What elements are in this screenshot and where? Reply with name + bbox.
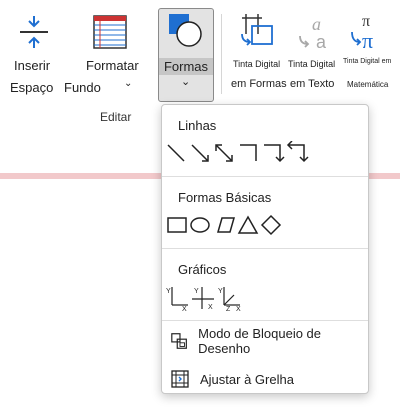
- graph-xyz-icon[interactable]: Y Z X: [218, 287, 241, 311]
- svg-text:a: a: [312, 14, 321, 34]
- menu-divider: [162, 176, 368, 177]
- menu-divider: [162, 248, 368, 249]
- line-icon[interactable]: [167, 144, 185, 162]
- snap-to-grid-icon: [171, 370, 189, 388]
- ellipse-icon[interactable]: [190, 217, 210, 233]
- line-shapes-row: [166, 141, 316, 165]
- arrow-icon[interactable]: [191, 144, 209, 162]
- lock-mode-icon: [171, 333, 187, 349]
- group-label-edit: Editar: [100, 110, 132, 124]
- shapes-icon: [169, 14, 202, 47]
- ink-to-math-icon: π π: [351, 13, 373, 50]
- insert-space-label-1: Inserir: [14, 58, 51, 73]
- ribbon-separator: [221, 14, 222, 94]
- ink-to-text-label-2: em Texto: [290, 78, 335, 90]
- shapes-dropdown-menu: Linhas Formas Básicas Gráficos Y X Y X Y…: [161, 104, 369, 394]
- ink-to-shape-icon: [241, 14, 273, 46]
- svg-text:X: X: [182, 306, 187, 311]
- svg-text:Y: Y: [194, 288, 199, 295]
- svg-text:Z: Z: [226, 306, 231, 311]
- format-background-label-2: Fundo: [64, 80, 101, 95]
- format-background-label-1: Formatar: [86, 58, 139, 73]
- svg-text:a: a: [316, 32, 327, 52]
- rectangle-icon[interactable]: [167, 217, 187, 233]
- format-background-button[interactable]: Formatar Fundo ⌄: [62, 6, 148, 96]
- snap-to-grid-item[interactable]: Ajustar à Grelha: [170, 366, 360, 392]
- svg-text:Y: Y: [218, 288, 223, 295]
- svg-text:Y: Y: [166, 288, 171, 295]
- triangle-icon[interactable]: [237, 215, 259, 234]
- chevron-down-icon: ⌄: [181, 76, 191, 88]
- elbow-arrow-icon[interactable]: [264, 144, 285, 163]
- graph-xy-icon[interactable]: Y X: [166, 287, 188, 311]
- menu-divider: [162, 320, 368, 321]
- double-arrow-icon[interactable]: [215, 144, 233, 162]
- graph-xy-cross-icon[interactable]: Y X: [192, 287, 214, 311]
- ink-to-text-label-1: Tinta Digital: [288, 59, 336, 69]
- drawing-lock-mode-item[interactable]: Modo de Bloqueio de Desenho: [170, 326, 360, 356]
- diamond-icon[interactable]: [260, 214, 282, 236]
- basic-shapes-row: [166, 213, 296, 237]
- drawing-lock-mode-label: Modo de Bloqueio de Desenho: [198, 326, 322, 356]
- insert-space-button[interactable]: Inserir Espaço: [6, 6, 62, 96]
- snap-to-grid-label: Ajustar à Grelha: [200, 371, 294, 387]
- insert-space-icon: [20, 16, 48, 48]
- graph-shapes-row: Y X Y X Y Z X: [166, 285, 246, 311]
- ink-to-math-label-2: Matemática: [347, 80, 389, 89]
- elbow-connector-icon[interactable]: [240, 144, 257, 161]
- ink-to-shape-label-2: em Formas: [231, 78, 287, 90]
- basic-shapes-heading: Formas Básicas: [178, 190, 272, 205]
- parallelogram-icon[interactable]: [217, 217, 235, 233]
- elbow-double-arrow-icon[interactable]: [286, 141, 309, 163]
- graphs-heading: Gráficos: [178, 262, 227, 277]
- shapes-label: Formas: [159, 58, 213, 75]
- lines-heading: Linhas: [178, 118, 217, 133]
- svg-text:X: X: [236, 306, 241, 311]
- ink-to-shape-label-1: Tinta Digital: [233, 59, 281, 69]
- insert-space-label-2: Espaço: [10, 80, 54, 95]
- ruled-paper-icon: [93, 15, 127, 49]
- chevron-down-icon: ⌄: [124, 78, 133, 89]
- shapes-button[interactable]: Formas ⌄: [158, 8, 214, 102]
- svg-text:π: π: [362, 28, 373, 50]
- ink-to-math-label-1: Tinta Digital em: [343, 58, 392, 65]
- svg-text:X: X: [208, 304, 213, 311]
- ink-to-text-icon: a a: [299, 14, 327, 52]
